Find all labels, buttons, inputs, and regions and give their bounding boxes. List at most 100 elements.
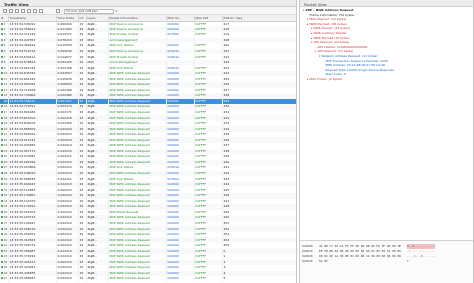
- time-delta-cell-text: 0.022215: [57, 148, 72, 153]
- row-index-cell-text: 4: [3, 37, 6, 42]
- hex-ascii: .(..............: [407, 249, 435, 253]
- seq-cell-text: 225: [223, 76, 230, 81]
- packet-info-cell-text: ZDP Private Cluster: [109, 54, 139, 59]
- timestamp-cell-text: 13:33:34.578516: [9, 60, 36, 65]
- row-index-cell: 12: [0, 82, 9, 88]
- channel-cell-text: 15: [79, 198, 84, 203]
- mac-dst-cell-text: 0xFFFF: [195, 76, 207, 81]
- seq-cell-text: 242: [223, 171, 230, 176]
- hex-row[interactable]: 0x0000 41 88 C7 35 1A FF FF 00 00 08 02 F…: [302, 244, 435, 249]
- mac-dst-cell: 0xFFFF: [194, 276, 223, 282]
- seq-cell-text: 248: [223, 204, 230, 209]
- mac-dst-cell-text: 0xFFFF: [195, 232, 207, 237]
- mac-src-cell-text: 0x0000: [167, 121, 179, 126]
- time-delta-cell-text: 0.022212: [57, 187, 72, 192]
- tree-node-label: IEEE Address: 00:12:4B:00:01:0E:1A:3D: [325, 63, 386, 68]
- filter-apply-icon[interactable]: [56, 9, 60, 13]
- seq-cell-text: 244: [223, 182, 230, 187]
- layer-cell-text: ZigB...: [87, 132, 98, 137]
- row-index-cell-text: 5: [3, 43, 6, 48]
- capture-start-icon[interactable]: [3, 9, 7, 13]
- row-index-cell: 30: [0, 181, 9, 188]
- seq-cell-text: 1: [223, 254, 226, 259]
- mac-dst-cell-text: 0xFFFF: [195, 115, 207, 120]
- packet-info-cell: ZDP NWK Address Request: [108, 276, 167, 282]
- packet-list-table: # Timestamp Time Delta Ch Layer Packet Inform…: [0, 15, 296, 282]
- timestamp-cell-text: 13:33:34.734900: [9, 93, 36, 98]
- tree-node-label: ZDP - NWK Address Request: [305, 8, 354, 12]
- layer-cell-text: ZigB...: [87, 254, 98, 259]
- channel-cell-text: 15: [79, 148, 84, 153]
- seq-cell-text: 223: [223, 65, 230, 70]
- save-icon[interactable]: [27, 9, 31, 13]
- packet-info-cell-text: ZDP NWK Address Request: [109, 243, 150, 248]
- timestamp-cell-text: 13:33:34.371140: [9, 32, 36, 37]
- row-index-cell-text: 32: [3, 193, 8, 198]
- packet-info-cell-text: ZDP NWK Address Request: [109, 132, 150, 137]
- channel-cell-text: 15: [79, 143, 84, 148]
- row-index-cell: 45: [0, 265, 9, 271]
- packet-info-cell-text: ZDP NWK Address Request: [109, 198, 150, 203]
- time-delta-cell-text: 0.022708: [57, 65, 72, 70]
- channel-cell-text: 15: [79, 43, 84, 48]
- channel-cell-text: 15: [79, 215, 84, 220]
- mac-src-cell-text: 0x0000: [167, 193, 179, 198]
- packet-info-cell-text: ZDP NWK Address Request: [109, 220, 150, 225]
- mac-dst-cell-text: 0xFFFF: [195, 154, 207, 159]
- row-index-cell: 13: [0, 87, 9, 94]
- seq-cell-text: 251: [223, 220, 230, 225]
- packet-info-cell-text: ZDP NWK Address Request: [109, 276, 150, 281]
- tree-node[interactable]: ▸MAC Footer: (2 bytes): [307, 77, 342, 82]
- layer-cell-text: ZigB...: [87, 270, 98, 275]
- open-file-icon[interactable]: [21, 9, 25, 13]
- row-index-cell: 34: [0, 204, 9, 210]
- time-delta-cell-text: 0.022212: [57, 204, 72, 209]
- packet-info-cell-text: ZDP NWK Address Request: [109, 87, 150, 92]
- hex-bytes: 41 88 C7 35 1A FF FF 00 00 08 02 FD FF 0…: [319, 244, 401, 248]
- row-index-cell: 32: [0, 192, 9, 199]
- capture-stop-icon[interactable]: [9, 9, 13, 13]
- filter-input[interactable]: [64, 8, 114, 14]
- channel-cell-text: 15: [79, 26, 84, 31]
- mac-dst-cell-text: 0xFFFF: [195, 193, 207, 198]
- time-delta-cell-text: 0.022212: [57, 198, 72, 203]
- time-delta-cell-text: 0.000000: [57, 21, 72, 26]
- mac-src-cell-text: 0x0000: [167, 276, 179, 281]
- filter-clear-icon[interactable]: ✕: [115, 9, 119, 14]
- mac-dst-cell-text: 0xFFFF: [195, 182, 207, 187]
- table-row[interactable]: 47 13:33:35.468047 0.022212 15 ZigB... ZDP NW…: [0, 276, 296, 282]
- seq-cell-text: 229: [223, 98, 230, 103]
- timestamp-cell-text: 13:33:34.356413: [9, 26, 36, 31]
- row-index-cell-text: 3: [3, 32, 6, 37]
- options-icon[interactable]: [39, 9, 43, 13]
- seq-cell-text: 218: [223, 26, 230, 31]
- hex-row[interactable]: 0x0010 EE 28 B6 04 00 00 00 00 00 00 01 0…: [302, 249, 435, 254]
- filter-icon[interactable]: [33, 9, 37, 13]
- row-index-cell-text: 17: [3, 110, 8, 115]
- layer-cell-text: ZigB...: [87, 198, 98, 203]
- time-delta-cell-text: 0.022219: [57, 137, 72, 142]
- packet-info-cell-text: ZDP NWK Address Request: [109, 82, 150, 87]
- time-delta-cell-text: 0.022212: [57, 243, 72, 248]
- clear-icon[interactable]: [15, 9, 19, 13]
- seq-cell-text: 232: [223, 115, 230, 120]
- mac-src-cell-text: 0x0000: [167, 126, 179, 131]
- packet-info-cell-text: ZDP Device Announce: [109, 26, 143, 31]
- timestamp-cell-text: 13:33:34.519734: [9, 49, 36, 53]
- time-delta-cell-text: 0.022212: [57, 237, 72, 242]
- row-index-cell-text: 47: [3, 276, 8, 281]
- packet-info-cell-text: ZDP NWK Address Request: [109, 126, 150, 131]
- time-delta-cell-text: 0.022212: [57, 265, 72, 270]
- row-index-cell-text: 42: [3, 248, 8, 253]
- channel-cell-text: 15: [79, 220, 84, 225]
- hex-row[interactable]: 0x0020 00 01 00 1A 3D 0E 01 00 4B 12 00 0…: [302, 254, 435, 259]
- timestamp-cell-text: 13:33:35.245927: [9, 220, 36, 225]
- layer-cell-text: ZigB...: [87, 87, 98, 92]
- mac-dst-cell-text: 0xFFFF: [195, 198, 207, 203]
- row-index-cell-text: 7: [3, 54, 6, 59]
- hex-row[interactable]: 0x0030 54 9F T.: [302, 259, 410, 264]
- layer-cell-text: ZigB...: [87, 98, 98, 103]
- channel-cell-text: 15: [79, 21, 84, 26]
- layer-cell-text: ZigB...: [87, 226, 98, 231]
- timestamp-cell-text: 13:33:35.112655: [9, 187, 36, 192]
